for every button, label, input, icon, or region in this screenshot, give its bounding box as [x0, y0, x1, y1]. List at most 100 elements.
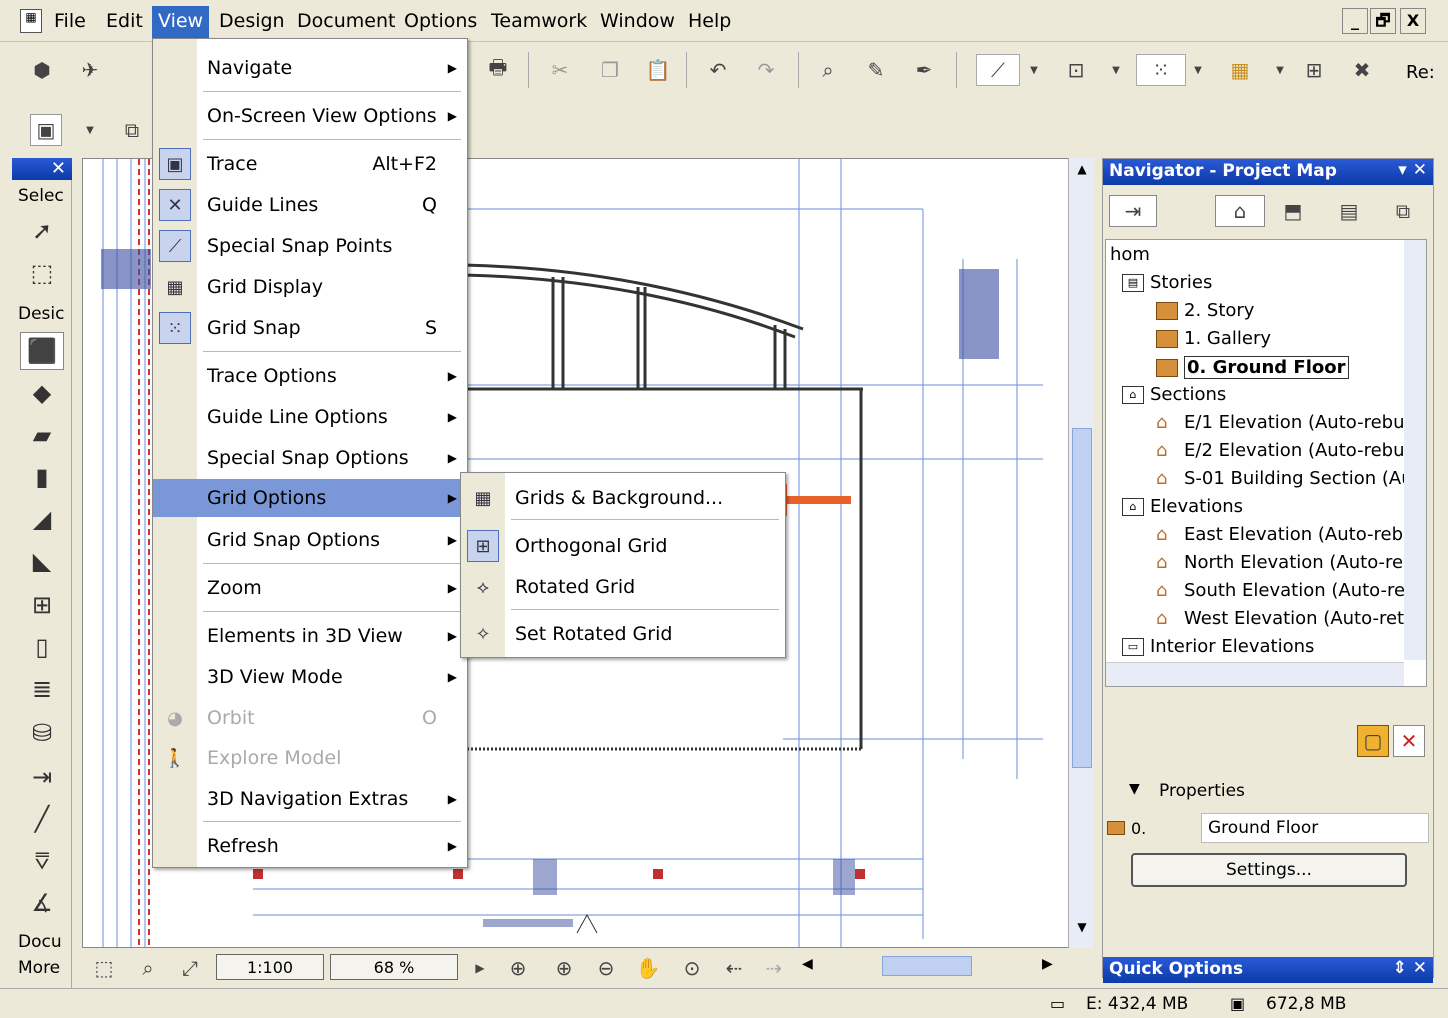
- menu-item-rotated-grid[interactable]: ⟡ Rotated Grid: [461, 568, 785, 606]
- hscroll-left-icon[interactable]: ◀: [802, 956, 813, 972]
- scroll-down-icon[interactable]: ▼: [1071, 920, 1093, 942]
- layout-book-icon[interactable]: ▤: [1333, 195, 1365, 227]
- beam-tool-icon[interactable]: ▰: [20, 416, 64, 454]
- menu-item-refresh[interactable]: Refresh ▶: [153, 827, 467, 865]
- object-tool-icon[interactable]: ⛁: [20, 714, 64, 752]
- print-icon[interactable]: 🖶: [482, 54, 514, 86]
- menu-item-3d-view-mode[interactable]: 3D View Mode ▶: [153, 658, 467, 696]
- arrow-tool-icon[interactable]: ➚: [20, 212, 64, 250]
- eyedropper-icon[interactable]: ✎: [860, 54, 892, 86]
- tree-story-1[interactable]: 1. Gallery: [1156, 328, 1271, 349]
- menu-teamwork[interactable]: Teamwork: [485, 8, 593, 34]
- tree-horizontal-scrollbar[interactable]: [1106, 662, 1404, 686]
- menu-view[interactable]: View: [152, 6, 210, 38]
- project-map-icon[interactable]: ⌂: [1215, 195, 1265, 227]
- zoom-forward-icon[interactable]: ⇢: [758, 952, 790, 984]
- quick-options-titlebar[interactable]: Quick Options ⇕ ✕: [1103, 957, 1433, 983]
- menu-item-trace[interactable]: ▣ Trace Alt+F2: [153, 145, 467, 183]
- zoom-field[interactable]: 68 %: [330, 954, 458, 980]
- scale-icon[interactable]: ⊞: [1298, 54, 1330, 86]
- new-folder-icon[interactable]: ▢: [1357, 725, 1389, 757]
- syringe-icon[interactable]: ✒: [908, 54, 940, 86]
- copy-icon[interactable]: ❐: [594, 54, 626, 86]
- menu-item-grid-display[interactable]: ▦ Grid Display: [153, 268, 467, 306]
- menu-design[interactable]: Design: [213, 8, 291, 34]
- snap-guides-icon[interactable]: ⟋: [976, 54, 1020, 86]
- close-icon[interactable]: ⇕ ✕: [1393, 958, 1427, 978]
- tree-elevation-south[interactable]: ⌂ South Elevation (Auto-re: [1156, 580, 1405, 601]
- zoom-arrow-icon[interactable]: ▶: [464, 952, 496, 984]
- scale-field[interactable]: 1:100: [216, 954, 324, 980]
- find-select-icon[interactable]: ⌕: [812, 54, 844, 86]
- layers-icon[interactable]: ▦: [1224, 54, 1256, 86]
- close-toolbar-icon[interactable]: ✖: [1346, 54, 1378, 86]
- marquee-tool-icon[interactable]: ⬚: [20, 254, 64, 292]
- wall-tool-icon[interactable]: ⬛: [20, 332, 64, 370]
- menu-item-3d-navigation-extras[interactable]: 3D Navigation Extras ▶: [153, 780, 467, 818]
- menu-item-zoom[interactable]: Zoom ▶: [153, 569, 467, 607]
- pan-hand-icon[interactable]: ✋: [632, 952, 664, 984]
- menu-item-special-snap-points[interactable]: ⟋ Special Snap Points: [153, 227, 467, 265]
- dimension-tool-icon[interactable]: ⇥: [20, 758, 64, 796]
- menu-item-set-rotated-grid[interactable]: ✧ Set Rotated Grid: [461, 615, 785, 653]
- view-map-icon[interactable]: ⬒: [1277, 195, 1309, 227]
- dimension-icon[interactable]: ⊡: [1060, 54, 1092, 86]
- menu-item-grid-snap[interactable]: ⁙ Grid Snap S: [153, 309, 467, 347]
- cut-icon[interactable]: ✂: [544, 54, 576, 86]
- angle-dimension-icon[interactable]: ∡: [20, 884, 64, 922]
- scroll-thumb[interactable]: [1072, 428, 1092, 768]
- menu-help[interactable]: Help: [682, 8, 737, 34]
- scroll-up-icon[interactable]: ▲: [1071, 162, 1093, 184]
- dropdown-arrow-icon[interactable]: ▼: [80, 114, 100, 146]
- menu-item-navigate[interactable]: Navigate ▶: [153, 49, 467, 87]
- dropdown-arrow-icon[interactable]: ▼: [1024, 54, 1044, 86]
- dropdown-arrow-icon[interactable]: ▼: [1188, 54, 1208, 86]
- fit-window-icon[interactable]: ⊙: [676, 952, 708, 984]
- undo-icon[interactable]: ↶: [702, 54, 734, 86]
- zoom-in-icon[interactable]: ⊕: [548, 952, 580, 984]
- hscroll-right-icon[interactable]: ▶: [1042, 956, 1053, 972]
- menu-item-orthogonal-grid[interactable]: ⊞ Orthogonal Grid: [461, 527, 785, 565]
- close-button[interactable]: X: [1400, 8, 1426, 34]
- tree-root[interactable]: hom: [1110, 244, 1150, 265]
- menu-window[interactable]: Window: [594, 8, 681, 34]
- redo-icon[interactable]: ↷: [750, 54, 782, 86]
- menu-item-guide-lines[interactable]: ✕ Guide Lines Q: [153, 186, 467, 224]
- camera-icon[interactable]: ✈: [74, 54, 106, 86]
- delete-icon[interactable]: ✕: [1393, 725, 1425, 757]
- menu-item-grids-background[interactable]: ▦ Grids & Background...: [461, 479, 785, 517]
- more-section-label[interactable]: More: [18, 958, 60, 978]
- fit-icon[interactable]: ⤢: [174, 952, 206, 984]
- menu-item-special-snap-options[interactable]: Special Snap Options ▶: [153, 439, 467, 477]
- tree-sections[interactable]: ⌂ Sections: [1122, 384, 1226, 405]
- settings-button[interactable]: Settings...: [1131, 853, 1407, 887]
- tree-elevations[interactable]: ⌂ Elevations: [1122, 496, 1243, 517]
- stair-tool-icon[interactable]: ≣: [20, 670, 64, 708]
- menu-item-trace-options[interactable]: Trace Options ▶: [153, 357, 467, 395]
- restore-button[interactable]: 🗗: [1370, 8, 1396, 34]
- grid-dots-icon[interactable]: ⁙: [1136, 54, 1186, 86]
- navigator-popup-icon[interactable]: ⇥: [1109, 195, 1157, 227]
- tree-story-0[interactable]: 0. Ground Floor: [1156, 356, 1349, 379]
- menu-item-onscreen-view-options[interactable]: On-Screen View Options ▶: [153, 97, 467, 135]
- magnify-icon[interactable]: ⌕: [132, 952, 164, 984]
- menu-file[interactable]: File: [48, 8, 92, 34]
- menu-item-guide-line-options[interactable]: Guide Line Options ▶: [153, 398, 467, 436]
- horizontal-scroll-thumb[interactable]: [882, 956, 972, 976]
- menu-item-elements-in-3d-view[interactable]: Elements in 3D View ▶: [153, 617, 467, 655]
- menu-options[interactable]: Options: [398, 8, 483, 34]
- publisher-icon[interactable]: ⧉: [1387, 195, 1419, 227]
- menu-document[interactable]: Document: [291, 8, 401, 34]
- window-tool-icon[interactable]: ⊞: [20, 586, 64, 624]
- menu-item-grid-snap-options[interactable]: Grid Snap Options ▶: [153, 521, 467, 559]
- dropdown-arrow-icon[interactable]: ▼: [1106, 54, 1126, 86]
- shell-tool-icon[interactable]: ◣: [20, 542, 64, 580]
- tree-story-2[interactable]: 2. Story: [1156, 300, 1254, 321]
- tree-section-e2[interactable]: ⌂ E/2 Elevation (Auto-rebu: [1156, 440, 1405, 461]
- level-dimension-icon[interactable]: ⩢: [20, 842, 64, 880]
- zoom-plus-icon[interactable]: ⊕: [502, 952, 534, 984]
- tree-section-s01[interactable]: ⌂ S-01 Building Section (Au: [1156, 468, 1413, 489]
- tree-elevation-north[interactable]: ⌂ North Elevation (Auto-re: [1156, 552, 1403, 573]
- menu-item-grid-options[interactable]: Grid Options ▶: [153, 479, 467, 517]
- property-name-field[interactable]: Ground Floor: [1201, 813, 1429, 843]
